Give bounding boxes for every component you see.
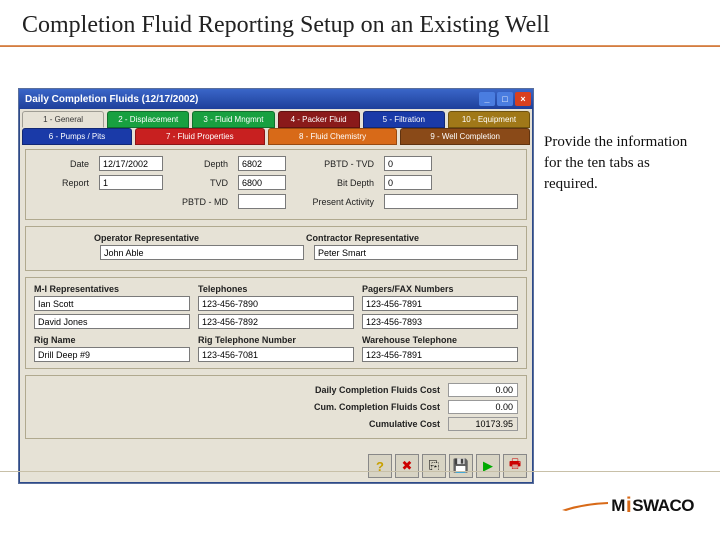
- report-input[interactable]: [99, 175, 163, 190]
- panel-summary: Daily Completion Fluids Cost 0.00 Cum. Co…: [25, 375, 527, 439]
- next-button[interactable]: ▶: [476, 454, 500, 478]
- rig-tel-input[interactable]: [198, 347, 354, 362]
- pbtd-tvd-input[interactable]: [384, 156, 432, 171]
- con-rep-input[interactable]: [314, 245, 518, 260]
- tab-general[interactable]: 1 - General: [22, 111, 104, 128]
- close-button[interactable]: ×: [515, 92, 531, 106]
- tab-content-general: Date Depth PBTD - TVD Report TVD Bit Dep…: [19, 145, 533, 451]
- tvd-label: TVD: [173, 178, 228, 188]
- bottom-toolbar: ? ✖ ⎘ 💾 ▶ 🖶: [19, 451, 533, 483]
- cum-fluids-cost-label: Cum. Completion Fluids Cost: [270, 402, 440, 412]
- daily-cost-value: 0.00: [448, 383, 518, 397]
- op-rep-label: Operator Representative: [94, 233, 306, 243]
- pbtd-tvd-label: PBTD - TVD: [296, 159, 374, 169]
- tabs-row-2: 6 - Pumps / Pits 7 - Fluid Properties 8 …: [19, 128, 533, 145]
- brand-logo: MiSWACO: [562, 494, 694, 518]
- tab-fluid-properties[interactable]: 7 - Fluid Properties: [135, 128, 265, 145]
- titlebar: Daily Completion Fluids (12/17/2002) _ □…: [19, 89, 533, 109]
- callout-text: Provide the information for the ten tabs…: [544, 132, 694, 195]
- depth-label: Depth: [173, 159, 228, 169]
- panel-basics: Date Depth PBTD - TVD Report TVD Bit Dep…: [25, 149, 527, 220]
- save-button[interactable]: 💾: [449, 454, 473, 478]
- tab-filtration[interactable]: 5 - Filtration: [363, 111, 445, 128]
- rig-name-input[interactable]: [34, 347, 190, 362]
- panel-reps: Operator Representative Contractor Repre…: [25, 226, 527, 271]
- footer-rule: [0, 471, 720, 472]
- tel-1-input[interactable]: [198, 296, 354, 311]
- warehouse-tel-input[interactable]: [362, 347, 518, 362]
- cumulative-cost-value: 10173.95: [448, 417, 518, 431]
- fax-2-input[interactable]: [362, 314, 518, 329]
- window-title: Daily Completion Fluids (12/17/2002): [25, 94, 477, 105]
- tabs-row-1: 1 - General 2 - Displacement 3 - Fluid M…: [19, 109, 533, 128]
- pbtd-md-input[interactable]: [238, 194, 286, 209]
- minimize-button[interactable]: _: [479, 92, 495, 106]
- panel-contacts: M-I Representatives Telephones Pagers/FA…: [25, 277, 527, 369]
- mi-rep-label: M-I Representatives: [34, 284, 190, 294]
- tab-well-completion[interactable]: 9 - Well Completion: [400, 128, 530, 145]
- cumulative-cost-label: Cumulative Cost: [270, 419, 440, 429]
- tab-packer-fluid[interactable]: 4 - Packer Fluid: [278, 111, 360, 128]
- swoosh-icon: [562, 501, 608, 511]
- activity-label: Present Activity: [296, 197, 374, 207]
- mi-rep-2-input[interactable]: [34, 314, 190, 329]
- cum-fluids-cost-value: 0.00: [448, 400, 518, 414]
- pbtd-md-label: PBTD - MD: [173, 197, 228, 207]
- date-label: Date: [34, 159, 89, 169]
- mi-rep-1-input[interactable]: [34, 296, 190, 311]
- rig-tel-label: Rig Telephone Number: [198, 335, 354, 345]
- warehouse-tel-label: Warehouse Telephone: [362, 335, 518, 345]
- help-button[interactable]: ?: [368, 454, 392, 478]
- con-rep-label: Contractor Representative: [306, 233, 518, 243]
- fax-1-input[interactable]: [362, 296, 518, 311]
- tvd-input[interactable]: [238, 175, 286, 190]
- tab-pumps-pits[interactable]: 6 - Pumps / Pits: [22, 128, 132, 145]
- report-label: Report: [34, 178, 89, 188]
- bit-depth-input[interactable]: [384, 175, 432, 190]
- depth-input[interactable]: [238, 156, 286, 171]
- app-window: Daily Completion Fluids (12/17/2002) _ □…: [18, 88, 534, 484]
- date-input[interactable]: [99, 156, 163, 171]
- fax-label: Pagers/FAX Numbers: [362, 284, 518, 294]
- delete-button[interactable]: ✖: [395, 454, 419, 478]
- print-button[interactable]: 🖶: [503, 454, 527, 478]
- tab-fluid-chemistry[interactable]: 8 - Fluid Chemistry: [268, 128, 398, 145]
- bit-depth-label: Bit Depth: [296, 178, 374, 188]
- tab-fluid-mngmnt[interactable]: 3 - Fluid Mngmnt: [192, 111, 274, 128]
- title-rule: [0, 45, 720, 47]
- activity-input[interactable]: [384, 194, 518, 209]
- daily-cost-label: Daily Completion Fluids Cost: [270, 385, 440, 395]
- copy-button[interactable]: ⎘: [422, 454, 446, 478]
- tab-displacement[interactable]: 2 - Displacement: [107, 111, 189, 128]
- tel-label: Telephones: [198, 284, 354, 294]
- tel-2-input[interactable]: [198, 314, 354, 329]
- tab-equipment[interactable]: 10 - Equipment: [448, 111, 530, 128]
- op-rep-input[interactable]: [100, 245, 304, 260]
- maximize-button[interactable]: □: [497, 92, 513, 106]
- rig-name-label: Rig Name: [34, 335, 190, 345]
- slide-title: Completion Fluid Reporting Setup on an E…: [0, 0, 720, 45]
